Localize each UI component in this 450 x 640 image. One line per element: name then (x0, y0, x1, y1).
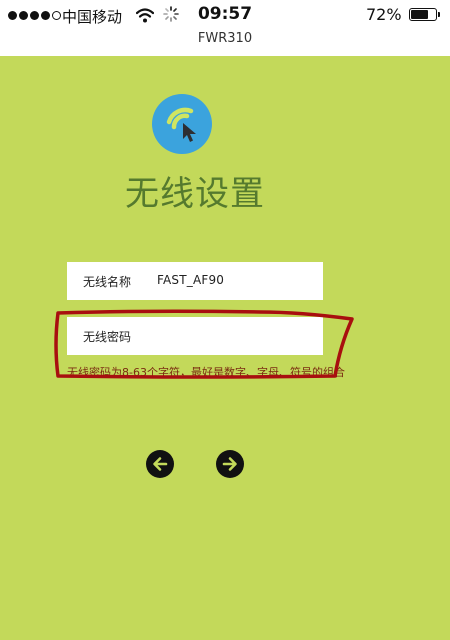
page-header-title: FWR310 (197, 31, 253, 46)
ssid-field[interactable]: 无线名称 FAST_AF90 (67, 262, 323, 300)
battery-percent: 72% (366, 5, 402, 24)
ssid-label: 无线名称 (83, 275, 132, 289)
ssid-value[interactable]: FAST_AF90 (157, 273, 224, 287)
next-button[interactable] (216, 450, 244, 478)
page-header: FWR310 (0, 30, 450, 56)
password-label: 无线密码 (83, 330, 132, 344)
password-hint: 无线密码为8-63个字符，最好是数字、字母、符号的组合 (67, 366, 345, 378)
page-title: 无线设置 (125, 174, 265, 214)
arrow-right-icon (222, 457, 237, 471)
password-input[interactable] (151, 323, 320, 351)
status-bar: 中国移动 09:57 72% (0, 0, 450, 30)
previous-button[interactable] (146, 450, 174, 478)
password-field[interactable]: 无线密码 (67, 317, 323, 355)
battery-fill (411, 10, 428, 19)
arrow-left-icon (153, 457, 168, 471)
battery-icon (409, 8, 440, 21)
wifi-cursor-icon (152, 94, 212, 154)
